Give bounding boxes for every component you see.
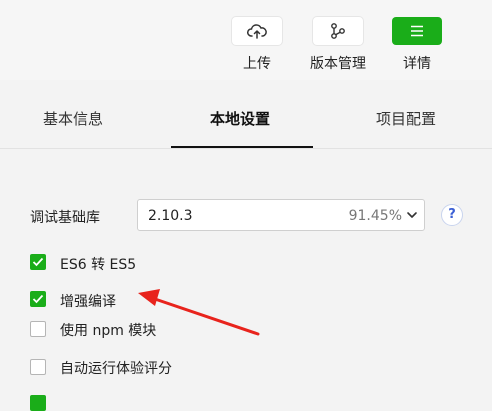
annotation-arrow bbox=[138, 289, 260, 336]
